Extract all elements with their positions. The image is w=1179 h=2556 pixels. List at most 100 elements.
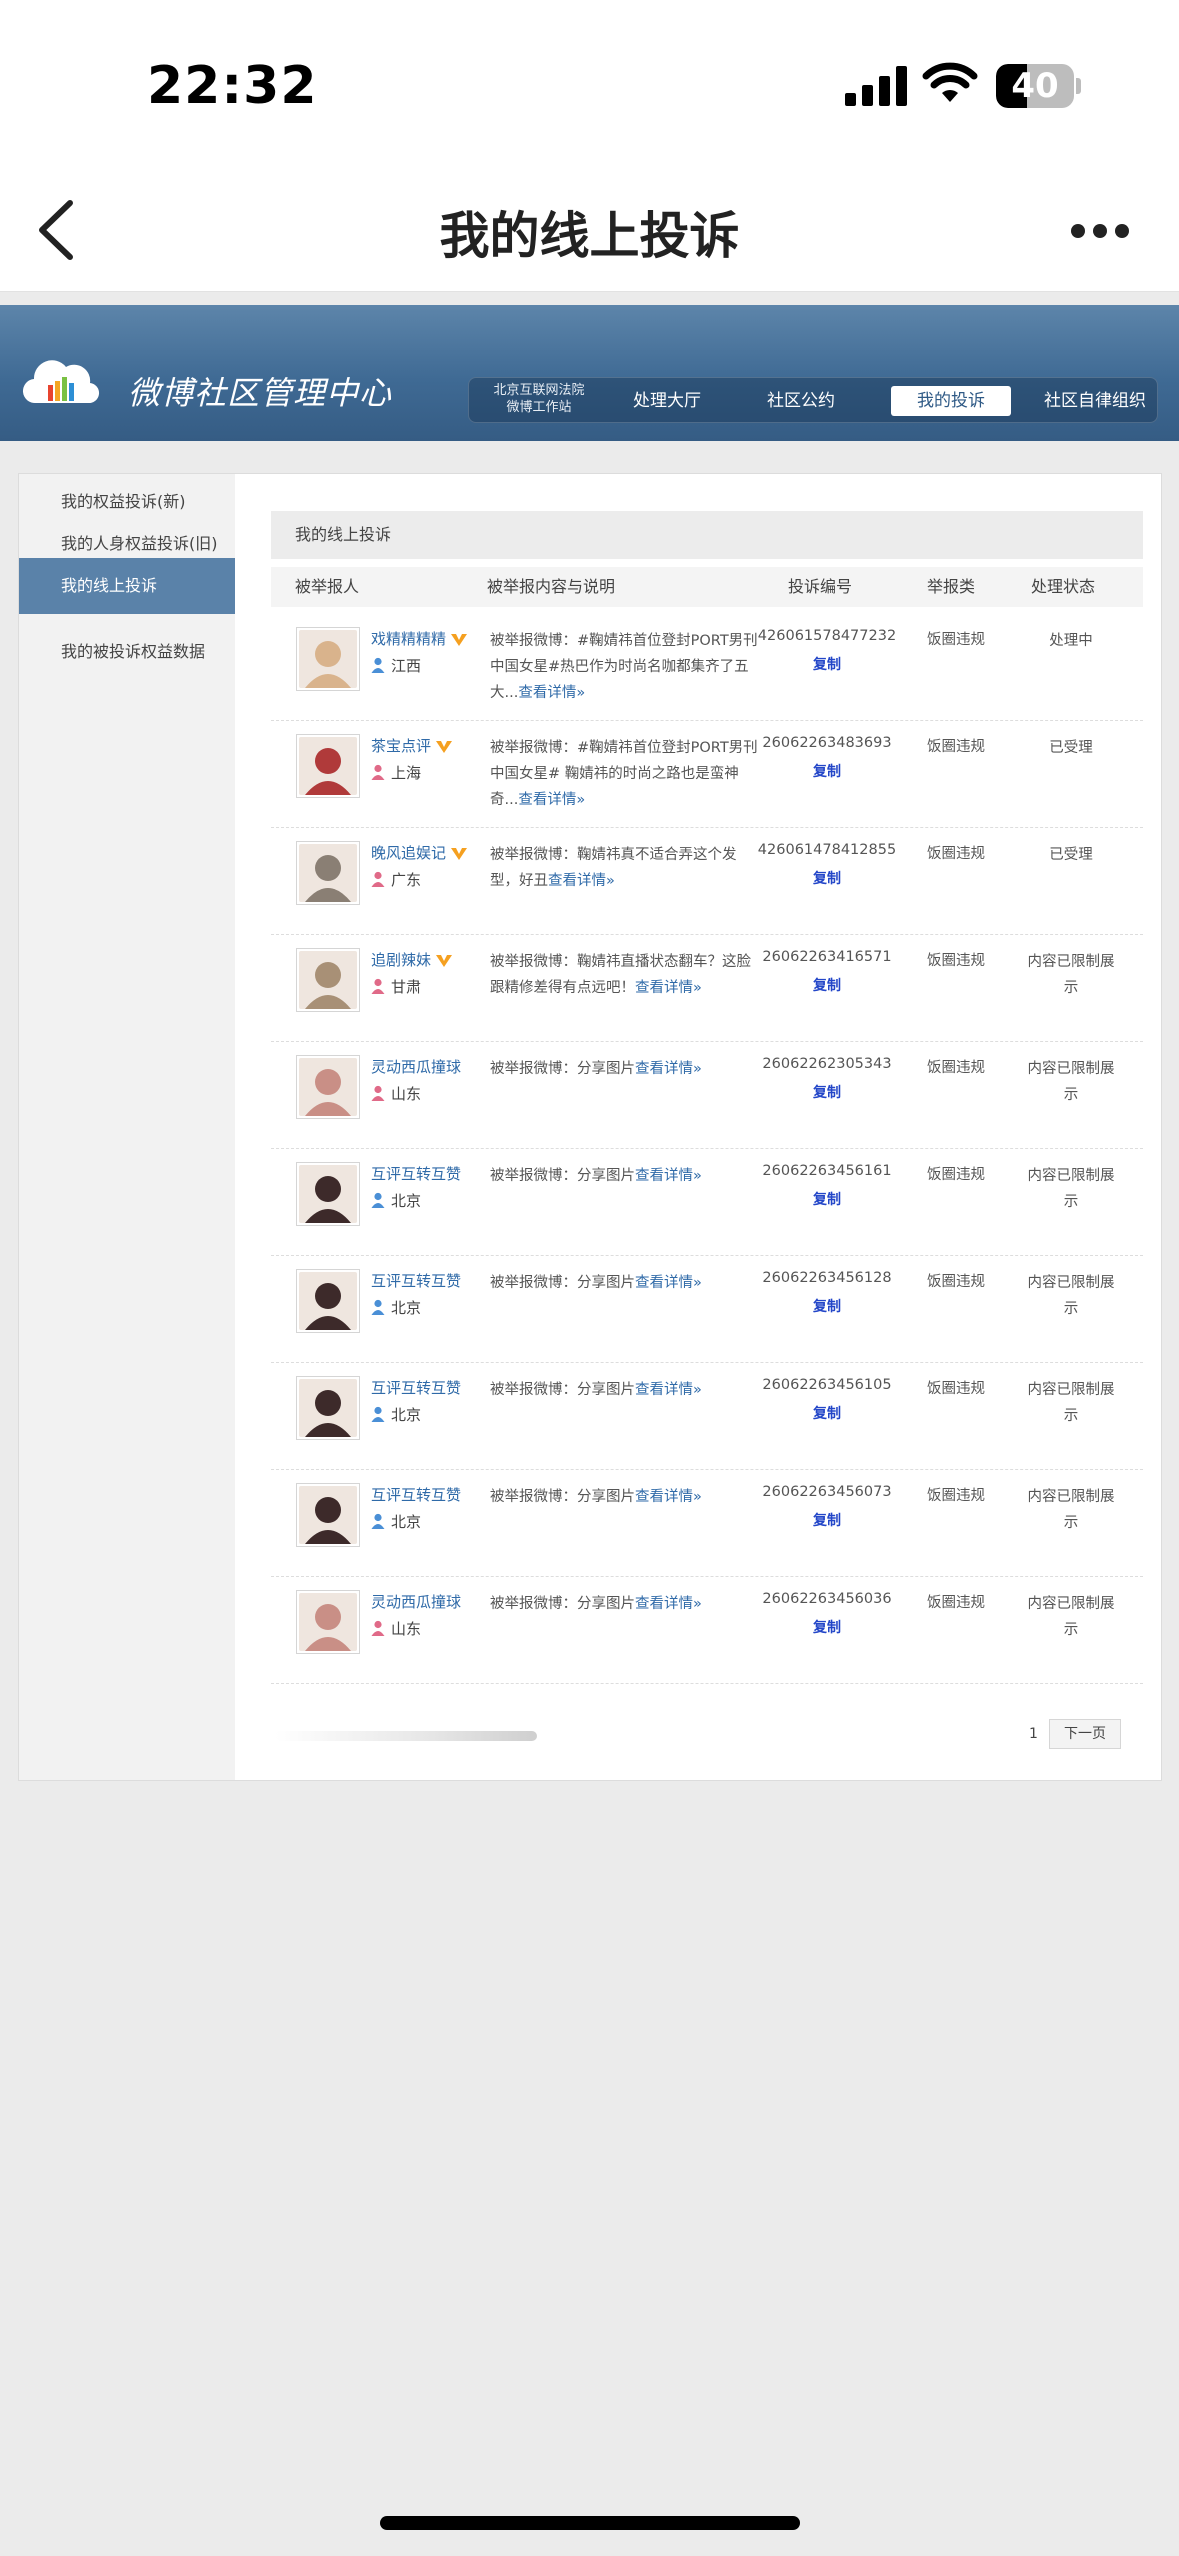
complaint-id: 26062263416571 [762, 949, 892, 965]
view-details-link[interactable]: 查看详情» [635, 1061, 702, 1077]
user-icon [371, 1085, 385, 1101]
nav-item-self-regulation[interactable]: 社区自律组织 [1035, 386, 1155, 416]
user-icon [371, 1299, 385, 1315]
status-badge: 已受理 [1049, 740, 1093, 756]
avatar[interactable] [296, 1483, 360, 1547]
view-details-link[interactable]: 查看详情» [635, 1275, 702, 1291]
sidebar-item-online[interactable]: 我的线上投诉 [19, 558, 235, 614]
avatar-image [299, 1058, 357, 1116]
complaint-description: 被举报微博：#鞠婧祎首位登封PORT男刊中国女星#热巴作为时尚名咖都集齐了五大.… [490, 633, 758, 701]
reported-user-name[interactable]: 互评互转互赞 [371, 1484, 461, 1505]
court-link[interactable]: 北京互联网法院 微博工作站 [479, 382, 599, 416]
copy-button[interactable]: 复制 [757, 975, 897, 995]
sidebar-item-complained-data[interactable]: 我的被投诉权益数据 [19, 624, 235, 680]
status-badge: 内容已限制展示 [1027, 1061, 1115, 1103]
copy-button[interactable]: 复制 [757, 761, 897, 781]
report-type: 饭圈违规 [927, 739, 985, 755]
avatar-image [299, 737, 357, 795]
copy-button[interactable]: 复制 [757, 654, 897, 674]
avatar[interactable] [296, 1269, 360, 1333]
column-header-reported-user: 被举报人 [295, 577, 360, 596]
copy-button[interactable]: 复制 [757, 1296, 897, 1316]
copy-button[interactable]: 复制 [757, 1082, 897, 1102]
view-details-link[interactable]: 查看详情» [518, 685, 585, 701]
avatar[interactable] [296, 1376, 360, 1440]
reported-user-name[interactable]: 追剧辣妹 [371, 949, 453, 970]
avatar[interactable] [296, 1590, 360, 1654]
view-details-link[interactable]: 查看详情» [548, 873, 615, 889]
avatar[interactable] [296, 734, 360, 798]
verified-badge-icon [451, 633, 468, 646]
table-row: 互评互转互赞 北京 被举报微博：分享图片查看详情» 26062263456073 复制 饭… [271, 1470, 1143, 1577]
copy-button[interactable]: 复制 [757, 868, 897, 888]
view-details-link[interactable]: 查看详情» [635, 980, 702, 996]
avatar[interactable] [296, 948, 360, 1012]
user-icon [371, 1406, 385, 1422]
copy-button[interactable]: 复制 [757, 1403, 897, 1423]
view-details-link[interactable]: 查看详情» [635, 1596, 702, 1612]
reported-user-name[interactable]: 灵动西瓜撞球 [371, 1056, 461, 1077]
avatar-image [299, 951, 357, 1009]
status-badge: 内容已限制展示 [1027, 1168, 1115, 1210]
status-badge: 已受理 [1049, 847, 1093, 863]
avatar[interactable] [296, 1055, 360, 1119]
reported-user-name[interactable]: 灵动西瓜撞球 [371, 1591, 461, 1612]
section-title: 我的线上投诉 [271, 511, 1143, 559]
site-logo-text: 微博社区管理中心 [128, 374, 393, 412]
column-header-type: 举报类 [927, 577, 976, 596]
complaint-id: 426061478412855 [757, 842, 897, 858]
avatar[interactable] [296, 841, 360, 905]
avatar[interactable] [296, 627, 360, 691]
content-panel: 我的权益投诉(新) 我的人身权益投诉(旧) 我的线上投诉 我的被投诉权益数据 我… [18, 473, 1162, 1781]
user-location: 甘肃 [371, 976, 421, 997]
report-type: 饭圈违规 [927, 1060, 985, 1076]
reported-user-name[interactable]: 互评互转互赞 [371, 1377, 461, 1398]
complaint-description: 被举报微博：分享图片查看详情» [490, 1061, 702, 1077]
site-header: 微博社区管理中心 北京互联网法院 微博工作站 处理大厅 社区公约 我的投诉 社区… [0, 305, 1179, 441]
nav-item-convention[interactable]: 社区公约 [751, 386, 851, 416]
user-location: 上海 [371, 762, 421, 783]
current-page[interactable]: 1 [1029, 1719, 1038, 1749]
verified-badge-icon [436, 954, 453, 967]
next-page-button[interactable]: 下一页 [1049, 1719, 1121, 1749]
pagination-info-blurred [275, 1731, 537, 1741]
user-location: 广东 [371, 869, 421, 890]
status-badge: 内容已限制展示 [1027, 1596, 1115, 1638]
avatar-image [299, 1379, 357, 1437]
nav-item-my-complaints[interactable]: 我的投诉 [891, 386, 1011, 416]
report-type: 饭圈违规 [927, 1488, 985, 1504]
status-badge: 内容已限制展示 [1027, 1275, 1115, 1317]
avatar[interactable] [296, 1162, 360, 1226]
verified-badge-icon [451, 847, 468, 860]
header-nav: 北京互联网法院 微博工作站 处理大厅 社区公约 我的投诉 社区自律组织 [468, 377, 1158, 423]
copy-button[interactable]: 复制 [757, 1617, 897, 1637]
reported-user-name[interactable]: 晚风追娱记 [371, 842, 468, 863]
more-options-icon[interactable] [1065, 210, 1135, 250]
column-header-status: 处理状态 [1031, 577, 1096, 596]
report-type: 饭圈违规 [927, 953, 985, 969]
nav-item-hall[interactable]: 处理大厅 [617, 386, 717, 416]
table-header: 被举报人 被举报内容与说明 投诉编号 举报类 处理状态 [271, 567, 1143, 607]
report-type: 饭圈违规 [927, 846, 985, 862]
view-details-link[interactable]: 查看详情» [635, 1168, 702, 1184]
complaint-id: 426061578477232 [757, 628, 897, 644]
reported-user-name[interactable]: 戏精精精精 [371, 628, 468, 649]
user-icon [371, 764, 385, 780]
copy-button[interactable]: 复制 [757, 1510, 897, 1530]
page-title: 我的线上投诉 [439, 207, 740, 265]
complaint-id: 26062263456036 [762, 1591, 892, 1607]
complaint-description: 被举报微博：鞠婧祎真不适合弄这个发型，好丑查看详情» [490, 847, 737, 889]
avatar-image [299, 1272, 357, 1330]
view-details-link[interactable]: 查看详情» [635, 1382, 702, 1398]
avatar-image [299, 1165, 357, 1223]
reported-user-name[interactable]: 互评互转互赞 [371, 1163, 461, 1184]
web-page: 微博社区管理中心 北京互联网法院 微博工作站 处理大厅 社区公约 我的投诉 社区… [0, 292, 1179, 2556]
complaint-description: 被举报微博：鞠婧祎直播状态翻车？这脸跟精修差得有点远吧！查看详情» [490, 954, 751, 996]
user-icon [371, 1513, 385, 1529]
view-details-link[interactable]: 查看详情» [635, 1489, 702, 1505]
battery-level: 40 [1011, 66, 1059, 106]
reported-user-name[interactable]: 茶宝点评 [371, 735, 453, 756]
view-details-link[interactable]: 查看详情» [518, 792, 585, 808]
reported-user-name[interactable]: 互评互转互赞 [371, 1270, 461, 1291]
copy-button[interactable]: 复制 [757, 1189, 897, 1209]
